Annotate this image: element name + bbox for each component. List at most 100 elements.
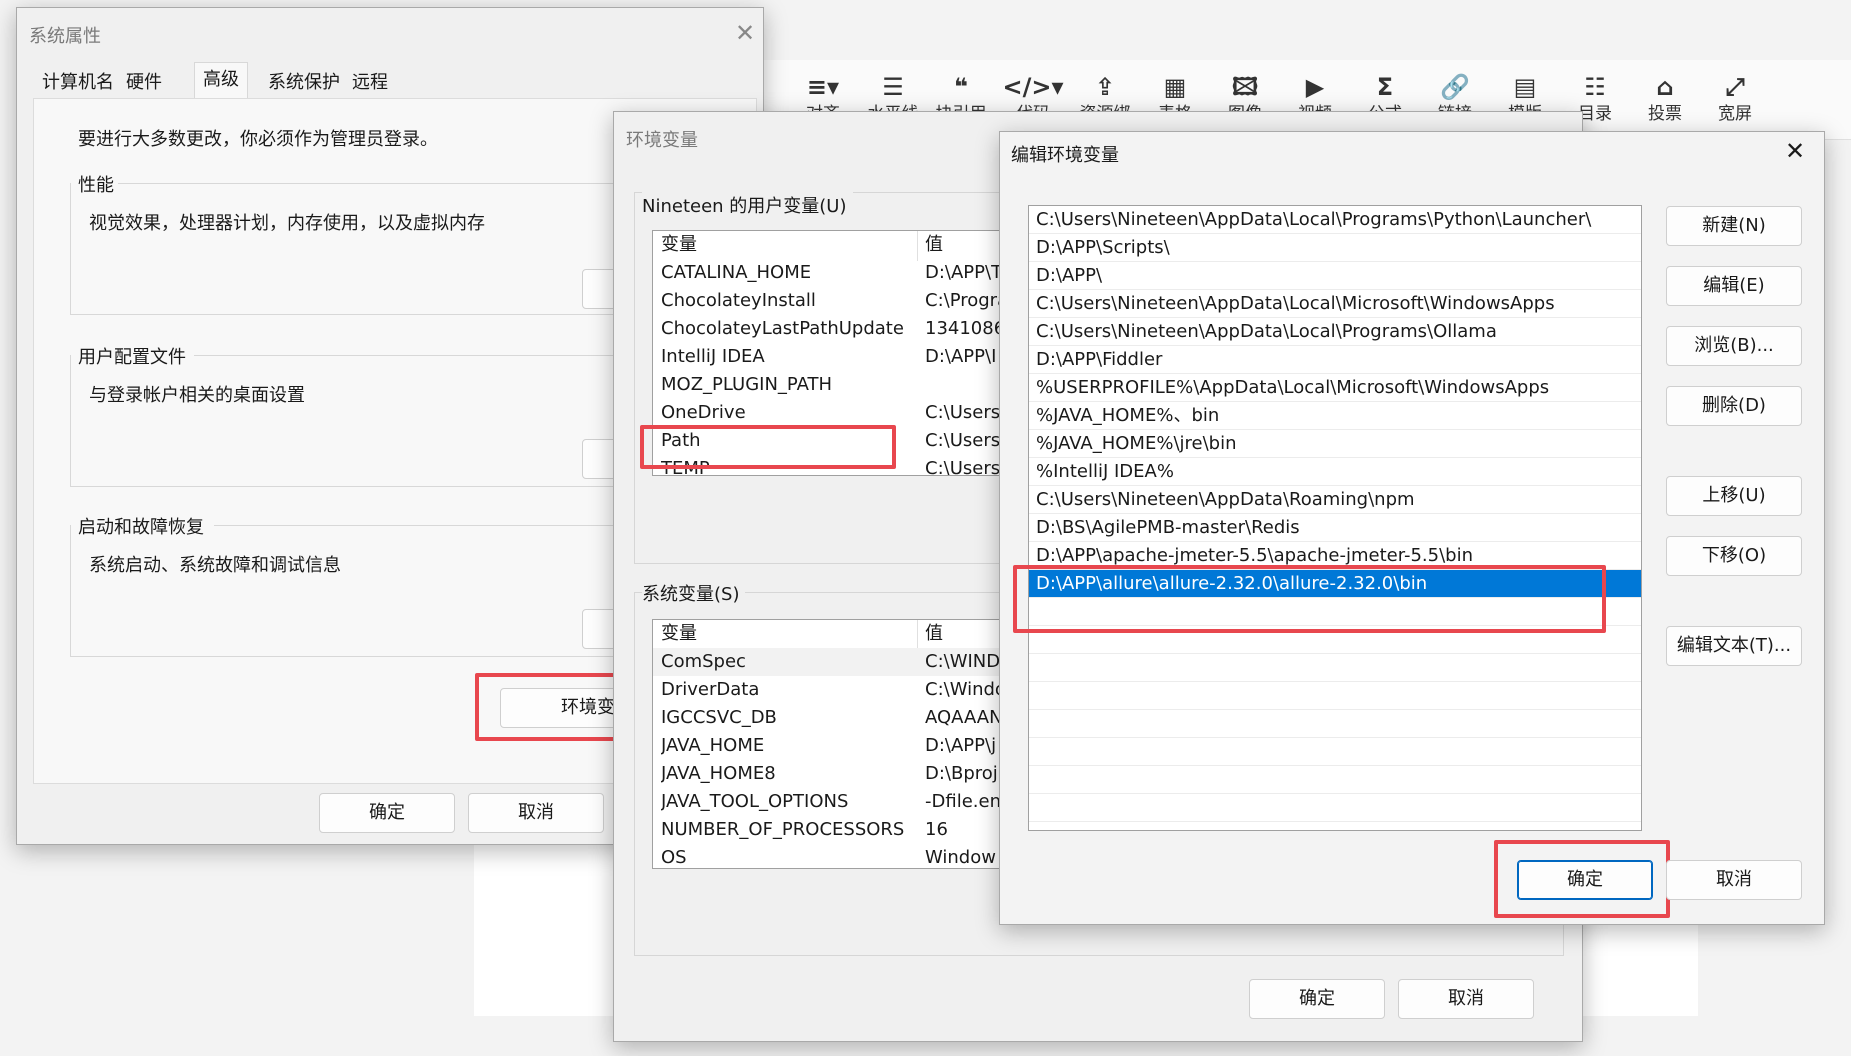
- ok-button[interactable]: 确定: [1517, 860, 1653, 900]
- variable-name: JAVA_HOME8: [661, 763, 776, 784]
- column-divider[interactable]: [917, 620, 918, 650]
- empty-row[interactable]: [1029, 766, 1641, 794]
- path-entry[interactable]: C:\Users\Nineteen\AppData\Roaming\npm: [1029, 486, 1641, 514]
- path-entry[interactable]: D:\APP\apache-jmeter-5.5\apache-jmeter-5…: [1029, 542, 1641, 570]
- path-entry[interactable]: C:\Users\Nineteen\AppData\Local\Microsof…: [1029, 290, 1641, 318]
- cancel-button[interactable]: 取消: [1666, 860, 1802, 900]
- path-entry[interactable]: D:\BS\AgilePMB-master\Redis: [1029, 514, 1641, 542]
- edit-text-button[interactable]: 编辑文本(T)...: [1666, 626, 1802, 666]
- path-entry[interactable]: %USERPROFILE%\AppData\Local\Microsoft\Wi…: [1029, 374, 1641, 402]
- variable-name: ChocolateyLastPathUpdate: [661, 318, 904, 339]
- empty-row[interactable]: [1029, 822, 1641, 830]
- close-icon[interactable]: ✕: [730, 18, 760, 48]
- path-entry-selected[interactable]: D:\APP\allure\allure-2.32.0\allure-2.32.…: [1029, 570, 1641, 598]
- table-row[interactable]: JAVA_HOME8 D:\Bproj: [653, 760, 1009, 788]
- move-up-button[interactable]: 上移(U): [1666, 476, 1802, 516]
- ok-button[interactable]: 确定: [319, 793, 455, 833]
- variable-name: JAVA_TOOL_OPTIONS: [661, 791, 849, 812]
- empty-row[interactable]: [1029, 626, 1641, 654]
- cancel-button[interactable]: 取消: [468, 793, 604, 833]
- table-row[interactable]: ChocolateyInstall C:\Progra: [653, 287, 1009, 315]
- variable-name: TEMP: [661, 458, 710, 476]
- tab-remote[interactable]: 远程: [344, 66, 396, 102]
- path-entry[interactable]: C:\Users\Nineteen\AppData\Local\Programs…: [1029, 206, 1641, 234]
- table-row[interactable]: Path C:\Users\: [653, 427, 1009, 455]
- startup-desc: 系统启动、系统故障和调试信息: [89, 555, 341, 576]
- table-row[interactable]: ChocolateyLastPathUpdate 1341086: [653, 315, 1009, 343]
- window-title: 系统属性: [29, 26, 101, 47]
- table-row[interactable]: OneDrive C:\Users\: [653, 399, 1009, 427]
- variable-name: IGCCSVC_DB: [661, 707, 777, 728]
- tab-system-protection[interactable]: 系统保护: [260, 66, 348, 102]
- table-row[interactable]: ComSpec C:\WIND: [653, 648, 1009, 676]
- close-icon[interactable]: ✕: [1780, 136, 1810, 166]
- tab-computer-name[interactable]: 计算机名: [34, 66, 122, 102]
- table-row[interactable]: IntelliJ IDEA D:\APP\I: [653, 343, 1009, 371]
- variable-value: C:\Users\: [925, 402, 1007, 423]
- column-header-value[interactable]: 值: [925, 620, 943, 648]
- empty-row[interactable]: [1029, 738, 1641, 766]
- path-entry[interactable]: %JAVA_HOME%、bin: [1029, 402, 1641, 430]
- table-row[interactable]: JAVA_TOOL_OPTIONS -Dfile.en: [653, 788, 1009, 816]
- upload-icon: ⇪: [1094, 73, 1116, 101]
- empty-row[interactable]: [1029, 598, 1641, 626]
- edit-environment-variable-window: 编辑环境变量 ✕ C:\Users\Nineteen\AppData\Local…: [999, 131, 1825, 925]
- empty-row[interactable]: [1029, 654, 1641, 682]
- variable-value: D:\Bproj: [925, 763, 998, 784]
- toolbar-item[interactable]: ⤢ 宽屏: [1704, 70, 1766, 124]
- path-entry[interactable]: C:\Users\Nineteen\AppData\Local\Programs…: [1029, 318, 1641, 346]
- tab-advanced[interactable]: 高级: [194, 62, 248, 100]
- variable-name: MOZ_PLUGIN_PATH: [661, 374, 833, 395]
- tab-hardware[interactable]: 硬件: [118, 66, 170, 102]
- column-header-variable[interactable]: 变量: [661, 620, 697, 648]
- align-icon: ≡▾: [806, 73, 840, 101]
- variable-name: JAVA_HOME: [661, 735, 765, 756]
- empty-row[interactable]: [1029, 710, 1641, 738]
- variable-value: C:\Windo: [925, 679, 1006, 700]
- new-button[interactable]: 新建(N): [1666, 206, 1802, 246]
- column-header-variable[interactable]: 变量: [661, 231, 697, 259]
- column-divider[interactable]: [917, 231, 918, 261]
- ok-button[interactable]: 确定: [1249, 979, 1385, 1019]
- path-entry[interactable]: D:\APP\Scripts\: [1029, 234, 1641, 262]
- variable-name: OS: [661, 847, 687, 868]
- table-row[interactable]: JAVA_HOME D:\APP\j: [653, 732, 1009, 760]
- code-icon: </>▾: [1002, 73, 1064, 101]
- quote-icon: ❝: [953, 73, 969, 101]
- variable-name: DriverData: [661, 679, 760, 700]
- variable-value: 1341086: [925, 318, 1006, 339]
- table-row[interactable]: MOZ_PLUGIN_PATH: [653, 371, 1009, 399]
- delete-button[interactable]: 删除(D): [1666, 386, 1802, 426]
- cancel-button[interactable]: 取消: [1398, 979, 1534, 1019]
- table-row[interactable]: OS Window: [653, 844, 1009, 868]
- title-bar: 编辑环境变量 ✕: [1000, 132, 1824, 180]
- variable-value: AQAAAN: [925, 707, 1003, 728]
- path-entry[interactable]: %IntelliJ IDEA%: [1029, 458, 1641, 486]
- table-row[interactable]: NUMBER_OF_PROCESSORS 16: [653, 816, 1009, 844]
- move-down-button[interactable]: 下移(O): [1666, 536, 1802, 576]
- user-vars-list[interactable]: 变量 值 CATALINA_HOME D:\APP\T ChocolateyInst…: [652, 230, 1010, 476]
- table-row[interactable]: DriverData C:\Windo: [653, 676, 1009, 704]
- edit-button[interactable]: 编辑(E): [1666, 266, 1802, 306]
- variable-name: NUMBER_OF_PROCESSORS: [661, 819, 905, 840]
- variable-name: ComSpec: [661, 651, 746, 672]
- variable-name: OneDrive: [661, 402, 746, 423]
- column-header-value[interactable]: 值: [925, 231, 943, 259]
- table-row[interactable]: CATALINA_HOME D:\APP\T: [653, 259, 1009, 287]
- variable-value: D:\APP\I: [925, 346, 997, 367]
- variable-value: D:\APP\T: [925, 262, 1003, 283]
- system-vars-list[interactable]: 变量 值 ComSpec C:\WIND DriverData C:\Windo IGC…: [652, 619, 1010, 869]
- empty-row[interactable]: [1029, 682, 1641, 710]
- path-entry[interactable]: D:\APP\Fiddler: [1029, 346, 1641, 374]
- table-row[interactable]: IGCCSVC_DB AQAAAN: [653, 704, 1009, 732]
- browse-button[interactable]: 浏览(B)...: [1666, 326, 1802, 366]
- empty-row[interactable]: [1029, 794, 1641, 822]
- table-row[interactable]: TEMP C:\Users\: [653, 455, 1009, 476]
- admin-note: 要进行大多数更改，你必须作为管理员登录。: [78, 129, 438, 150]
- path-list[interactable]: C:\Users\Nineteen\AppData\Local\Programs…: [1028, 205, 1642, 831]
- toolbar-item[interactable]: ⌂ 投票: [1634, 70, 1696, 124]
- path-entry[interactable]: %JAVA_HOME%\jre\bin: [1029, 430, 1641, 458]
- user-vars-label: Nineteen 的用户变量(U): [642, 192, 853, 218]
- path-entry[interactable]: D:\APP\: [1029, 262, 1641, 290]
- profiles-desc: 与登录帐户相关的桌面设置: [89, 385, 305, 406]
